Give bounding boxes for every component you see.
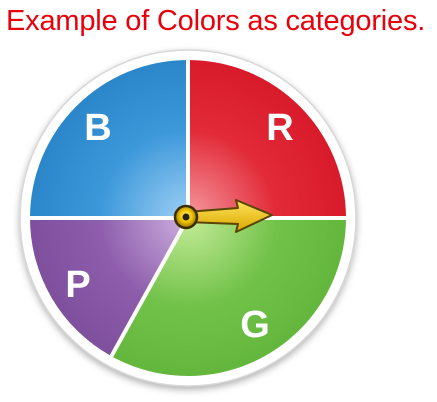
color-spinner: B R G P — [19, 49, 357, 387]
segment-label-g: G — [240, 304, 270, 346]
segment-label-r: R — [266, 107, 293, 149]
segment-label-b: B — [84, 107, 111, 149]
segment-label-p: P — [65, 264, 90, 306]
